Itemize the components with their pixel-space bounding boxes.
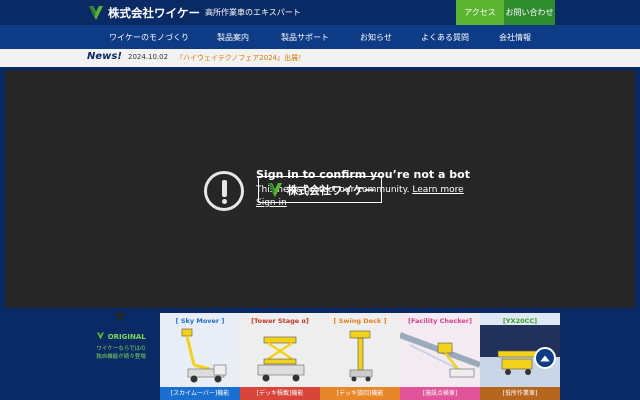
nav-item-monozukuri[interactable]: ワイケーのモノづくり [109, 25, 189, 49]
product-card-title: [Facility Checker] [408, 317, 472, 325]
facility-checker-illustration-icon [400, 332, 480, 378]
original-block: ORIGINAL ワイケーならではの 独自機能が続々登場 [82, 332, 160, 361]
main-nav: ワイケーのモノづくり 製品案内 製品サポート お知らせ よくある質問 会社情報 [0, 25, 640, 49]
product-card-footer: [低所作業車] [480, 387, 560, 400]
original-desc-line: ワイケーならではの [96, 346, 146, 352]
product-card-facility-checker[interactable]: [Facility Checker] [施設点検車] [400, 313, 480, 400]
product-card-swing-deck[interactable]: [ Swing Deck ] [デッキ旋回]機能 [320, 313, 400, 400]
original-title: ORIGINAL [82, 332, 160, 341]
news-date: 2024.10.02 [128, 53, 169, 61]
pointer-notch [114, 313, 126, 321]
original-desc-line: 独自機能が続々登場 [96, 354, 146, 360]
product-card-footer: [スカイムーバー]機能 [160, 387, 240, 400]
original-title-text: ORIGINAL [107, 333, 146, 341]
scroll-to-top-icon[interactable] [534, 347, 556, 369]
nav-item-company[interactable]: 会社情報 [499, 25, 531, 49]
company-logo[interactable]: 株式会社ワイケー [88, 4, 200, 22]
tower-stage-illustration-icon [257, 336, 305, 382]
nav-item-news[interactable]: お知らせ [360, 25, 392, 49]
product-card-sky-mover[interactable]: [ Sky Mover ] [スカイムーバー]機能 [160, 313, 240, 400]
learn-more-link[interactable]: Learn more [412, 185, 463, 195]
original-logo-icon [97, 332, 105, 340]
access-button[interactable]: アクセス [456, 0, 504, 25]
original-desc: ワイケーならではの 独自機能が続々登場 [82, 345, 160, 361]
nav-item-support[interactable]: 製品サポート [281, 25, 329, 49]
swing-deck-illustration-icon [349, 330, 373, 382]
warning-icon [204, 171, 244, 211]
product-card-footer: [デッキ積載]機能 [240, 387, 320, 400]
product-card-footer: [施設点検車] [400, 387, 480, 400]
product-card-title: [ Swing Deck ] [333, 317, 387, 325]
tagline: 高所作業車のエキスパート [205, 8, 301, 17]
overlay-logo-text: 株式会社ワイケー [287, 183, 375, 197]
sky-mover-illustration-icon [181, 328, 227, 383]
product-card-title: [Tower Stage α] [251, 317, 309, 325]
contact-button[interactable]: お問い合わせ [504, 0, 555, 25]
news-bar: News! 2024.10.02 『ハイウェイテクノフェア2024』出展！ [0, 49, 640, 67]
video-overlay-logo: 株式会社ワイケー [258, 176, 382, 203]
news-label: News! [87, 51, 122, 62]
product-card-tower-stage[interactable]: [Tower Stage α] [デッキ積載]機能 [240, 313, 320, 400]
logo-mark-icon [268, 182, 282, 197]
company-name: 株式会社ワイケー [108, 6, 200, 20]
top-header: 株式会社ワイケー 高所作業車のエキスパート アクセス お問い合わせ [0, 0, 640, 25]
product-card-title: [YX20CC] [502, 317, 538, 325]
nav-item-faq[interactable]: よくある質問 [421, 25, 469, 49]
product-card-footer: [デッキ旋回]機能 [320, 387, 400, 400]
logo-mark-icon [89, 6, 103, 20]
news-link[interactable]: 『ハイウェイテクノフェア2024』出展！ [176, 53, 305, 63]
nav-item-products[interactable]: 製品案内 [217, 25, 249, 49]
product-card-title: [ Sky Mover ] [175, 317, 225, 325]
